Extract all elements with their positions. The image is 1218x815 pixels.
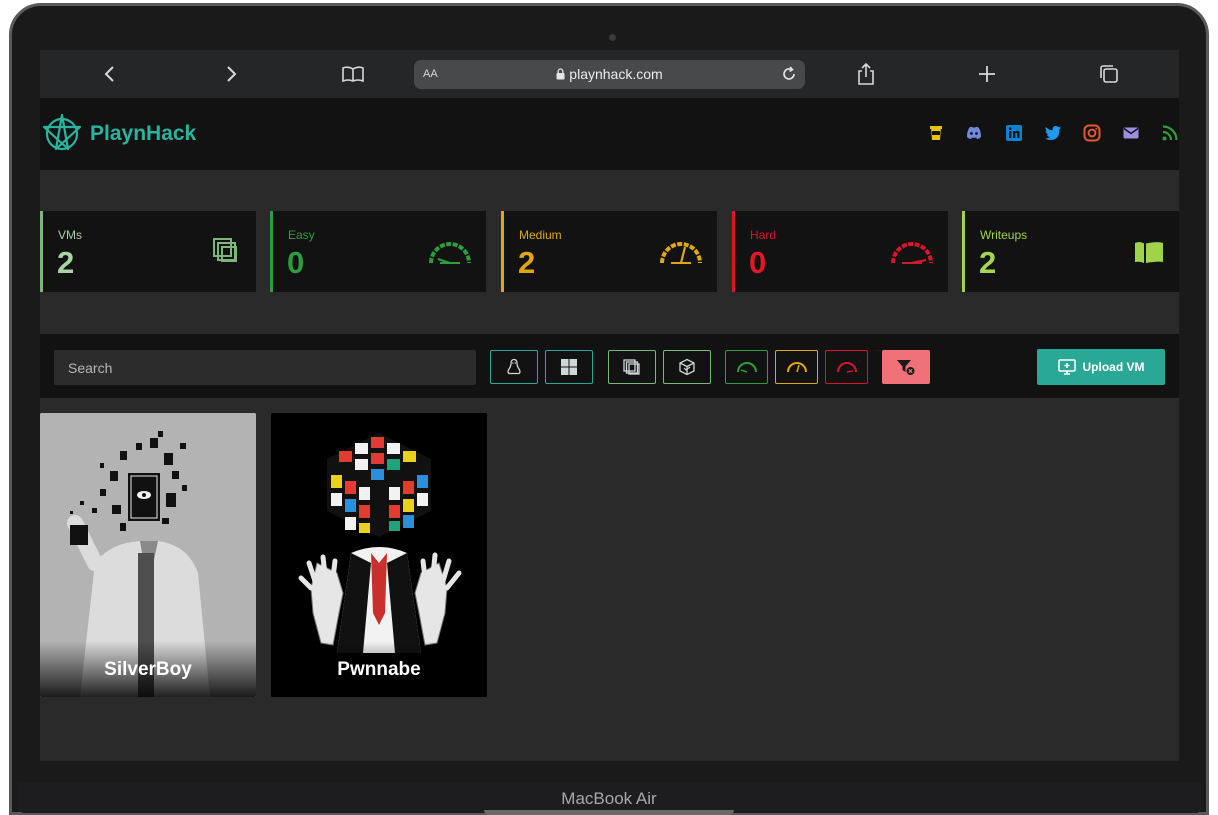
stat-label: VMs [58, 228, 82, 242]
filter-windows-button[interactable] [545, 350, 593, 384]
gauge-hard-icon [891, 242, 933, 265]
chevron-right-icon [227, 66, 237, 82]
stat-card-vms: VMs 2 [40, 211, 256, 292]
new-tab-button[interactable] [974, 61, 1000, 87]
instagram-icon[interactable] [1083, 124, 1101, 142]
gauge-medium-icon [786, 362, 807, 373]
site-header: PlaynHack [40, 98, 1179, 170]
stat-label: Medium [519, 228, 562, 242]
tabs-button[interactable] [1096, 61, 1122, 87]
gauge-medium-icon [660, 242, 702, 264]
upload-vm-label: Upload VM [1082, 360, 1145, 374]
share-icon [858, 62, 874, 85]
gauge-easy-icon [736, 362, 757, 373]
forward-button[interactable] [218, 61, 244, 87]
url-text: playnhack.com [569, 66, 663, 82]
windows-icon [561, 359, 577, 375]
stat-label: Easy [288, 228, 315, 242]
device-label: MacBook Air [561, 789, 657, 808]
stat-value: 0 [749, 245, 767, 280]
vm-card-silverboy[interactable]: SilverBoy [40, 413, 256, 697]
camera [609, 34, 616, 41]
stat-label: Hard [750, 228, 777, 242]
tabs-icon [1100, 65, 1118, 83]
bookmarks-button[interactable] [340, 61, 366, 87]
filter-linux-button[interactable] [490, 350, 538, 384]
linkedin-icon[interactable] [1005, 124, 1023, 142]
pentagram-logo-icon[interactable] [42, 113, 82, 153]
filter-bar: Upload VM [40, 334, 1179, 398]
stat-value: 0 [287, 245, 305, 280]
virtualbox-icon [679, 358, 695, 376]
brand-name[interactable]: PlaynHack [90, 122, 196, 146]
vm-name: Pwnnabe [271, 641, 487, 697]
stat-value: 2 [518, 245, 536, 280]
mail-icon[interactable] [1122, 124, 1140, 142]
share-button[interactable] [853, 61, 879, 87]
stat-card-writeups: Writeups 2 [962, 211, 1179, 292]
search-input[interactable] [54, 350, 476, 385]
stat-value: 2 [57, 245, 75, 280]
filter-vmware-button[interactable] [608, 350, 656, 384]
browser-toolbar: AA playnhack.com [40, 50, 1179, 98]
filter-hard-button[interactable] [825, 350, 868, 384]
chevron-left-icon [104, 66, 114, 82]
stat-card-hard: Hard 0 [732, 211, 948, 292]
filter-clear-icon [897, 360, 915, 375]
stat-card-easy: Easy 0 [270, 211, 486, 292]
book-open-icon [342, 66, 364, 83]
upload-monitor-icon [1057, 359, 1076, 375]
lock-icon [556, 68, 565, 80]
laptop-notch [484, 810, 734, 815]
coffee-icon[interactable] [927, 124, 945, 142]
discord-icon[interactable] [965, 124, 983, 142]
filter-virtualbox-button[interactable] [663, 350, 711, 384]
vm-card-pwnnabe[interactable]: Pwnnabe [271, 413, 487, 697]
back-button[interactable] [97, 61, 123, 87]
screen: AA playnhack.com PlaynHack VMs 2 Easy 0 … [40, 50, 1179, 761]
url-text-wrap: playnhack.com [414, 66, 805, 82]
gauge-easy-icon [429, 242, 471, 265]
gauge-hard-icon [836, 362, 857, 373]
clear-filters-button[interactable] [882, 350, 930, 384]
reload-icon[interactable] [779, 64, 799, 84]
vms-icon [213, 238, 237, 262]
linux-icon [507, 358, 521, 375]
filter-medium-button[interactable] [775, 350, 818, 384]
book-icon [1135, 242, 1163, 263]
stat-card-medium: Medium 2 [501, 211, 717, 292]
vmware-icon [623, 359, 640, 375]
address-bar[interactable]: AA playnhack.com [414, 60, 805, 89]
rss-icon[interactable] [1161, 124, 1179, 142]
filter-easy-button[interactable] [725, 350, 768, 384]
upload-vm-button[interactable]: Upload VM [1037, 349, 1165, 385]
stat-label: Writeups [980, 228, 1028, 242]
stat-value: 2 [979, 245, 997, 280]
plus-icon [979, 66, 995, 82]
twitter-icon[interactable] [1044, 124, 1062, 142]
vm-name: SilverBoy [40, 641, 256, 697]
